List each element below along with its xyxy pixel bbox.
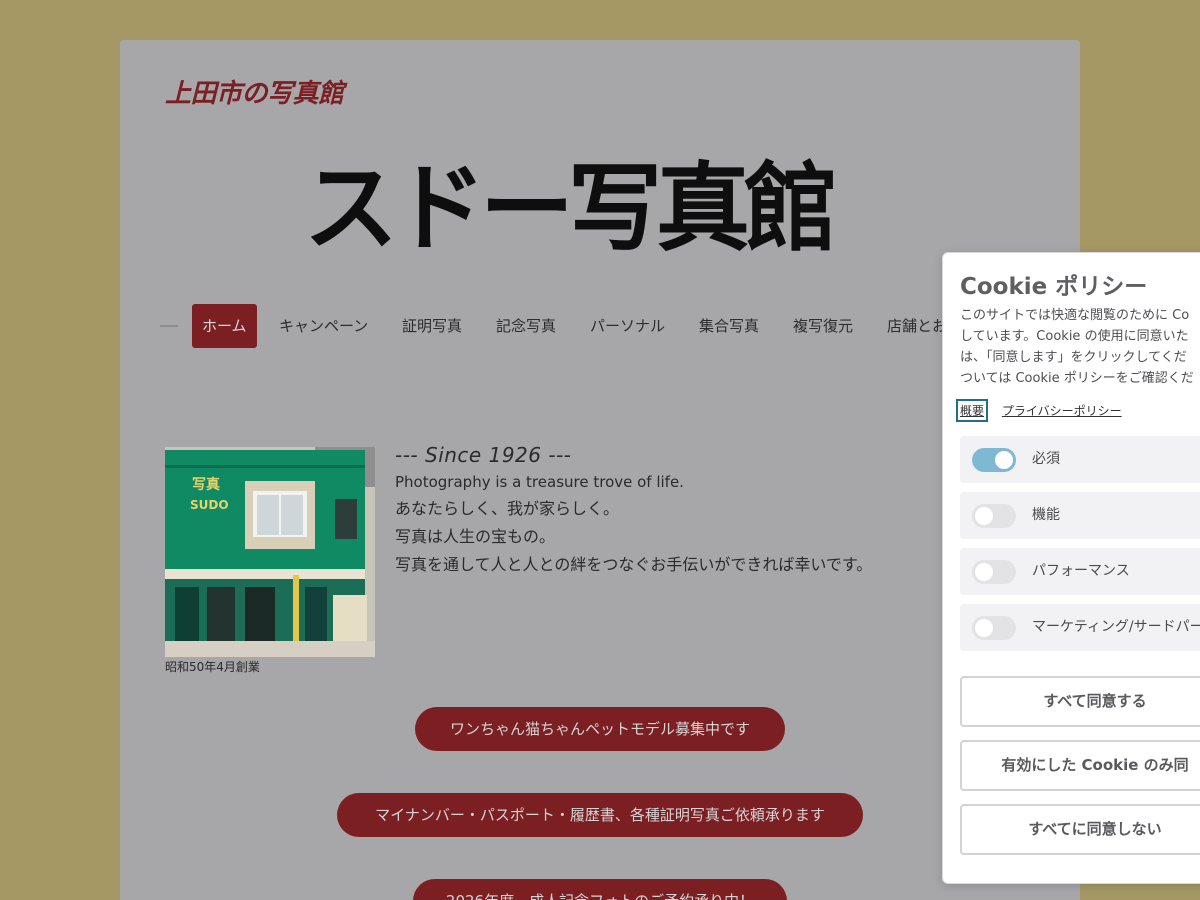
cookie-description-line: しています。Cookie の使用に同意いた [960, 329, 1189, 344]
english-tagline: Photography is a treasure trove of life. [395, 473, 684, 491]
category-label: 機能 [1032, 507, 1060, 523]
category-label: パフォーマンス [1032, 563, 1130, 579]
category-label: 必須 [1032, 451, 1060, 467]
intro-line: 写真を通して人と人との絆をつなぐお手伝いができれば幸いです。 [395, 555, 873, 574]
nav-item-restoration[interactable]: 複写復元 [793, 304, 853, 348]
nav-item-group-photo[interactable]: 集合写真 [699, 304, 759, 348]
intro-line: あなたらしく、我が家らしく。 [395, 499, 620, 518]
nav-item-store[interactable]: 店舗とお [887, 304, 947, 348]
performance-toggle[interactable] [972, 560, 1016, 584]
toggle-knob [975, 619, 993, 637]
intro-line: 写真は人生の宝もの。 [395, 527, 556, 546]
toggle-knob [975, 507, 993, 525]
shop-sign-kanji: 写真 [192, 476, 220, 493]
cookie-category-required: 必須 [960, 436, 1200, 483]
accept-selected-button[interactable]: 有効にした Cookie のみ同 [960, 740, 1200, 791]
shop-sign-brand: SUDO [190, 498, 229, 512]
accept-all-button[interactable]: すべて同意する [960, 676, 1200, 727]
page-content: 上田市の写真館 スドー写真館 ホーム キャンペーン 証明写真 記念写真 パーソナ… [120, 40, 1080, 900]
nav-item-campaign[interactable]: キャンペーン [279, 304, 368, 348]
site-tagline: 上田市の写真館 [165, 78, 344, 108]
cookie-category-marketing: マーケティング/サードパー [960, 604, 1200, 651]
marketing-toggle[interactable] [972, 616, 1016, 640]
nav-divider [160, 325, 178, 327]
toggle-knob [995, 451, 1013, 469]
nav-item-personal[interactable]: パーソナル [590, 304, 665, 348]
intro-text: --- Since 1926 --- Photography is a trea… [395, 443, 955, 575]
cookie-title: Cookie ポリシー [960, 274, 1148, 300]
storefront-photo: 写真 SUDO [165, 447, 375, 657]
tab-overview[interactable]: 概要 [956, 399, 989, 422]
reject-all-button[interactable]: すべてに同意しない [960, 804, 1200, 855]
cookie-description-line: は、「同意します」をクリックしてくだ [960, 350, 1187, 365]
cookie-description-line: ついては Cookie ポリシーをご確認くだ [960, 371, 1194, 386]
site-logo[interactable]: スドー写真館 [304, 157, 896, 263]
cookie-category-performance: パフォーマンス [960, 548, 1200, 595]
functional-toggle[interactable] [972, 504, 1016, 528]
seijin-photo-banner-button[interactable]: 2026年度 成人記念フォトのご予約承り中！ [413, 879, 787, 900]
id-photo-banner-button[interactable]: マイナンバー・パスポート・履歴書、各種証明写真ご依頼承ります [337, 793, 863, 837]
privacy-policy-link[interactable]: プライバシーポリシー [1002, 404, 1122, 418]
storefront-illustration: 写真 SUDO [165, 447, 375, 657]
required-toggle[interactable] [972, 448, 1016, 472]
cookie-category-functional: 機能 [960, 492, 1200, 539]
pet-model-banner-button[interactable]: ワンちゃん猫ちゃんペットモデル募集中です [415, 707, 785, 751]
nav-item-commemorative[interactable]: 記念写真 [496, 304, 556, 348]
cookie-description: このサイトでは快適な閲覧のために Co しています。Cookie の使用に同意い… [960, 305, 1200, 389]
nav-item-id-photo[interactable]: 証明写真 [402, 304, 462, 348]
toggle-knob [975, 563, 993, 581]
since-heading: --- Since 1926 --- [395, 443, 572, 467]
cookie-description-line: このサイトでは快適な閲覧のために Co [960, 308, 1190, 323]
nav-item-home[interactable]: ホーム [192, 304, 257, 348]
photo-caption: 昭和50年4月創業 [165, 660, 260, 674]
cookie-tabs: 概要 プライバシーポリシー [956, 399, 1122, 422]
cookie-policy-dialog: Cookie ポリシー このサイトでは快適な閲覧のために Co しています。Co… [942, 252, 1200, 884]
category-label: マーケティング/サードパー [1032, 619, 1200, 635]
